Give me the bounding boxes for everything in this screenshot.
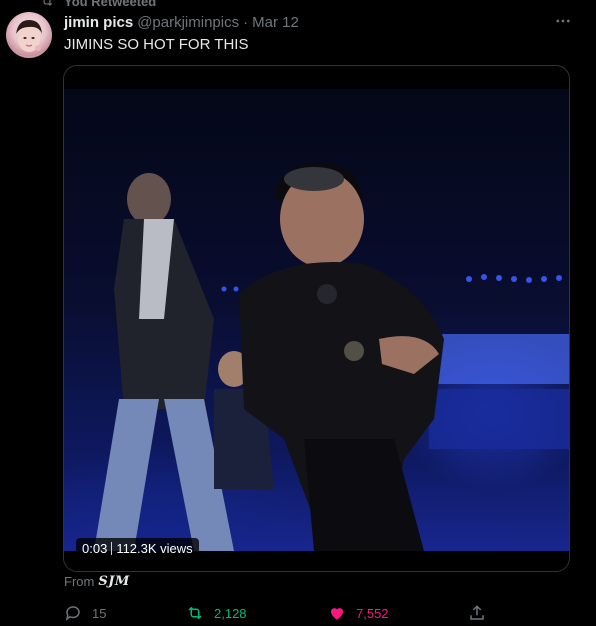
retweet-banner-text: You Retweeted: [64, 0, 157, 9]
avatar-image: [16, 20, 42, 52]
tweet-date[interactable]: Mar 12: [252, 14, 299, 31]
display-name[interactable]: jimin pics: [64, 14, 133, 31]
share-button[interactable]: [468, 602, 486, 624]
tweet-actions: 15 2,128 7,552: [64, 602, 494, 624]
tweet-header: jimin pics @parkjiminpics · Mar 12: [64, 12, 566, 32]
reply-icon: [65, 606, 80, 621]
video-info-badge: 0:03 112.3K views: [76, 538, 199, 558]
video-frame[interactable]: [64, 89, 569, 551]
ellipsis-icon: [556, 19, 570, 23]
header-separator: ·: [243, 13, 249, 31]
heart-filled-icon: [331, 608, 343, 620]
more-options-button[interactable]: [550, 10, 576, 32]
user-handle[interactable]: @parkjiminpics: [137, 14, 239, 31]
source-attribution: From SJM: [64, 574, 130, 589]
reply-count: 15: [92, 605, 107, 621]
video-thumbnail: [64, 89, 569, 551]
retweet-count: 2,128: [214, 605, 247, 621]
avatar[interactable]: [6, 12, 52, 58]
retweet-button[interactable]: 2,128: [186, 602, 247, 624]
retweet-banner: You Retweeted: [40, 0, 157, 9]
source-prefix: From: [64, 574, 95, 589]
reply-button[interactable]: 15: [64, 602, 106, 624]
share-icon: [470, 605, 484, 620]
like-button[interactable]: 7,552: [328, 602, 389, 624]
like-count: 7,552: [356, 605, 389, 621]
retweet-icon: [188, 606, 202, 620]
video-views: 112.3K views: [116, 540, 193, 556]
video-player[interactable]: 0:03 112.3K views: [63, 65, 570, 572]
tweet-text: JIMINS SO HOT FOR THIS: [64, 36, 249, 53]
video-duration: 0:03: [82, 540, 108, 556]
source-name[interactable]: SJM: [98, 574, 129, 589]
badge-divider: [111, 541, 113, 555]
retweet-icon: [43, 0, 53, 6]
